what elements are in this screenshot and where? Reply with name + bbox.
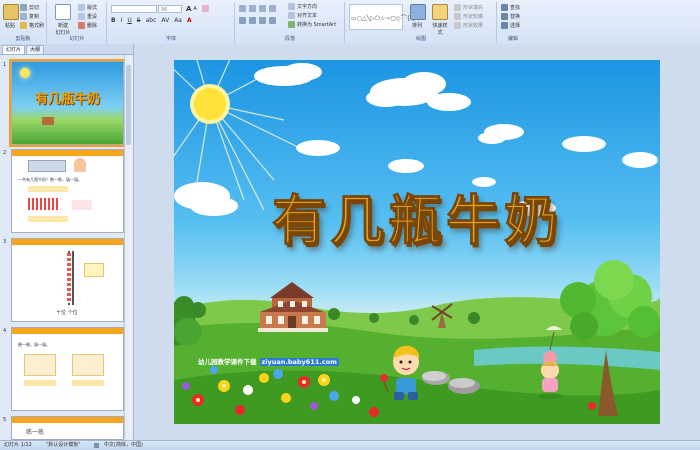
outline-icon [454,13,461,20]
editing-group: 查找 替换 选择 编辑 [498,2,528,43]
tab-outline[interactable]: 大纲 [26,45,45,54]
thumbnail-text: 圈一圈，填一填。 [18,342,50,347]
binoculars-icon [501,4,508,11]
thumbnail-number: 2 [3,150,7,156]
align-text-button[interactable]: 对齐文本 [288,12,317,19]
ribbon: 粘贴 剪切 复制 格式刷 剪贴板 新建 幻灯片 版式 重设 删除 幻灯片 96 … [0,0,700,45]
reset-button[interactable]: 重设 [78,13,97,20]
font-size-box[interactable]: 96 [158,5,182,13]
editing-label: 编辑 [507,36,518,42]
thumbnail-text: 练一练 [26,429,45,436]
delete-icon [78,22,85,29]
clipboard-label: 剪贴板 [15,36,31,42]
select-button[interactable]: 选择 [501,22,520,29]
font-group: 96 AA B I U Sabc AV Aa A 字体 [108,2,235,43]
find-button[interactable]: 查找 [501,4,520,11]
replace-button[interactable]: 替换 [501,13,520,20]
align-text-icon [288,12,295,19]
grow-font-button[interactable]: AA [186,5,197,13]
slide-title[interactable]: 有几瓶牛奶 [174,176,660,255]
quick-styles-button[interactable]: 快速样式 [432,4,448,36]
slides-group: 新建 幻灯片 版式 重设 删除 幻灯片 [48,2,107,43]
paste-button[interactable]: 粘贴 [3,4,19,29]
text-direction-button[interactable]: 文字方向 [288,3,317,10]
copy-button[interactable]: 复制 [20,13,39,20]
font-name-box[interactable] [111,5,157,13]
slide-thumbnail-2[interactable]: 一共有几瓶牛奶？数一数，填一填。 [11,149,124,233]
slides-label: 幻灯片 [69,36,85,42]
shape-outline-button[interactable]: 形状轮廓 [454,13,483,20]
format-painter-button[interactable]: 格式刷 [20,22,44,29]
slide-editor: 有几瓶牛奶 幼儿园教学课件下载 ziyuan.baby611.com [134,44,700,440]
thumbnail-number: 1 [3,62,7,68]
slide-thumbnail-1[interactable]: 有几瓶牛奶 [9,59,126,147]
delete-button[interactable]: 删除 [78,22,97,29]
smartart-icon [288,21,295,28]
slide-thumbnail-3[interactable]: 十位 个位 [11,238,124,322]
thumbnail-sun [20,68,30,78]
shape-effects-button[interactable]: 形状效果 [454,22,483,29]
brush-icon [20,22,27,29]
thumbnail-number: 5 [3,417,7,423]
thumbnail-house [42,117,54,125]
fill-icon [454,4,461,11]
reset-icon [78,13,85,20]
new-slide-button[interactable]: 新建 幻灯片 [54,4,72,36]
slide-thumbnail-5[interactable]: 练一练 [11,416,124,440]
thumbnail-text: 十位 个位 [56,310,78,316]
copy-icon [20,13,27,20]
thumbnail-title: 有几瓶牛奶 [34,92,100,107]
scrollbar-thumb[interactable] [126,65,131,145]
smartart-button[interactable]: 转换为 SmartArt [288,21,336,28]
paragraph-label: 段落 [284,36,295,42]
panel-tabs: 幻灯片 大纲 [0,44,133,55]
effects-icon [454,22,461,29]
font-label: 字体 [165,36,176,42]
drawing-group: ▭○△╲▷⬠☆⇨▢◇⌒{ } 排列 快速样式 形状填充 形状轮廓 形状效果 绘图 [346,2,497,43]
spell-check-icon[interactable] [94,443,99,448]
paragraph-group: 文字方向 对齐文本 转换为 SmartArt 段落 [236,2,345,43]
footnote-text: 幼儿园教学课件下载 [198,358,257,366]
tab-slides[interactable]: 幻灯片 [2,45,26,54]
thumbnail-text: 一共有几瓶牛奶？数一数，填一填。 [18,177,82,182]
drawing-label: 绘图 [415,36,426,42]
layout-icon [78,4,85,11]
thumbnail-number: 3 [3,239,7,245]
scissors-icon [20,4,27,11]
clipboard-group: 粘贴 剪切 复制 格式刷 剪贴板 [0,2,47,43]
shape-fill-button[interactable]: 形状填充 [454,4,483,11]
font-style-buttons[interactable]: B I U Sabc AV Aa A [111,17,192,24]
eraser-icon [202,5,209,12]
arrange-button[interactable]: 排列 [410,4,426,29]
layout-button[interactable]: 版式 [78,4,97,11]
slide-thumbnail-4[interactable]: 圈一圈，填一填。 [11,327,124,411]
cursor-icon [501,22,508,29]
slide-panel: 幻灯片 大纲 1 有几瓶牛奶 2 一共有几瓶牛奶？数一数，填一填。 3 十位 个… [0,44,134,440]
text-direction-icon [288,3,295,10]
footnote-url[interactable]: ziyuan.baby611.com [259,358,339,366]
cut-button[interactable]: 剪切 [20,4,39,11]
slide-canvas[interactable]: 有几瓶牛奶 幼儿园教学课件下载 ziyuan.baby611.com [174,60,660,424]
align-buttons[interactable] [239,17,276,24]
list-buttons[interactable] [239,5,276,12]
flower-icon [588,402,596,410]
panel-scrollbar[interactable] [124,55,133,439]
slide-footnote: 幼儿园教学课件下载 ziyuan.baby611.com [198,356,339,366]
replace-icon [501,13,508,20]
shapes-gallery[interactable]: ▭○△╲▷⬠☆⇨▢◇⌒{ } [349,4,416,30]
thumbnail-number: 4 [3,328,7,334]
clear-format-button[interactable] [202,5,209,12]
